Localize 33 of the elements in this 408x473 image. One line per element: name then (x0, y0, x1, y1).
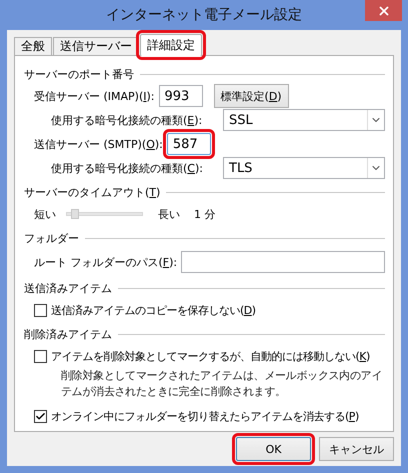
checkbox-option[interactable]: オンライン中にフォルダーを切り替えたらアイテムを消去する(P) (34, 408, 359, 424)
slider-min-label: 短い (34, 206, 56, 222)
encryption-dropdown[interactable]: TLS (223, 157, 385, 179)
close-button[interactable] (365, 0, 402, 21)
section-heading: サーバーのポート番号 (24, 66, 134, 82)
section-heading: 送信済みアイテム (24, 280, 112, 296)
tab[interactable]: 送信サーバー (53, 37, 139, 56)
dialog-button[interactable]: キャンセル (319, 437, 394, 461)
section-heading: フォルダー (24, 230, 79, 246)
checkbox-option[interactable]: 送信済みアイテムのコピーを保存しない(D) (34, 302, 256, 318)
slider-thumb[interactable] (70, 209, 78, 219)
window-title: インターネット電子メール設定 (106, 6, 302, 24)
checkbox[interactable] (34, 304, 47, 316)
option-description: 削除対象としてマークされたアイテムは、メールボックス内のアイテムが消去されたときに完全に削除されます。 (61, 368, 384, 400)
timeout-value: 1 分 (194, 206, 216, 222)
slider-max-label: 長い (158, 206, 180, 222)
root-folder-field[interactable] (181, 251, 385, 273)
section-heading: サーバーのタイムアウト(T) (24, 184, 160, 200)
timeout-slider[interactable] (66, 212, 143, 216)
checkbox-option[interactable]: アイテムを削除対象としてマークするが、自動的には移動しない(K) (34, 348, 370, 364)
field-label: 使用する暗号化接続の種類(C): (51, 160, 204, 176)
section-heading: 削除済みアイテム (24, 326, 112, 342)
checkbox[interactable] (34, 410, 47, 422)
field-label: ルート フォルダーのパス(F): (34, 254, 178, 270)
close-icon (376, 4, 390, 18)
field-label: 受信サーバー (IMAP)(I): (34, 88, 155, 104)
default-settings-button[interactable]: 標準設定(D) (214, 84, 289, 108)
encryption-dropdown[interactable]: SSL (223, 109, 385, 131)
field-label: 送信サーバー (SMTP)(O): (34, 136, 163, 152)
tab[interactable]: 全般 (14, 37, 52, 56)
checkbox[interactable] (34, 350, 47, 362)
port-field[interactable]: 993 (158, 85, 203, 107)
field-label: 使用する暗号化接続の種類(E): (51, 112, 204, 128)
